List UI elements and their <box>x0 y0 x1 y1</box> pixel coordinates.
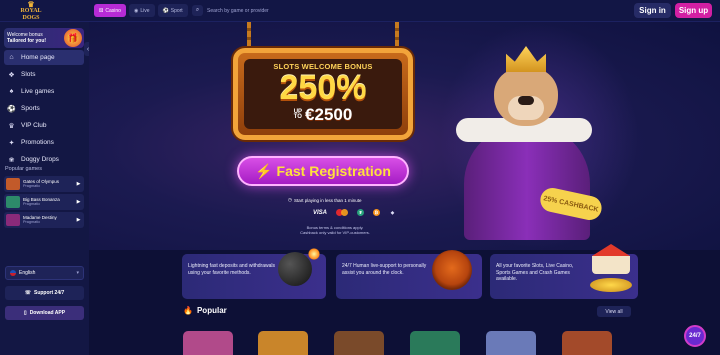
sign-up-button[interactable]: Sign up <box>675 3 712 18</box>
fast-registration-button[interactable]: ⚡ Fast Registration <box>237 156 409 186</box>
tether-icon: ₮ <box>357 209 365 216</box>
live-games-icon: ♠ <box>9 88 14 95</box>
sidebar-item-doggy-drops[interactable]: ❀ Doggy Drops <box>4 152 84 167</box>
bulldog-king-illustration: 25% CASHBACK <box>454 36 604 240</box>
chevron-down-icon: ▾ <box>76 270 79 276</box>
payment-methods: VISA ₮ ₿ ◆ <box>313 209 396 216</box>
ethereum-icon: ◆ <box>390 209 395 215</box>
language-select[interactable]: English ▾ <box>5 266 84 280</box>
clock-icon: ◷ <box>288 197 292 202</box>
ball-icon: ⚽ <box>162 7 169 14</box>
feature-card-payments: Lightning fast deposits and withdrawals … <box>182 248 326 299</box>
search-input[interactable] <box>207 7 297 14</box>
dice-icon: ⚄ <box>99 7 104 14</box>
sidebar-item-live-games[interactable]: ♠ Live games <box>4 84 84 99</box>
support-button[interactable]: ☏ Support 24/7 <box>5 286 84 300</box>
gold-coins-icon <box>590 278 632 292</box>
popular-games-heading: Popular games <box>5 166 42 172</box>
uk-flag-icon <box>10 270 16 276</box>
brand-logo[interactable]: ♛ ROYAL DOGS <box>16 0 46 22</box>
view-all-button[interactable]: View all <box>597 306 631 317</box>
food-bowl-icon <box>432 250 472 290</box>
sidebar-item-promotions[interactable]: ✦ Promotions <box>4 135 84 150</box>
game-tile[interactable] <box>258 331 308 355</box>
sidebar-item-sports[interactable]: ⚽ Sports <box>4 101 84 116</box>
sidebar-item-slots[interactable]: ❖ Slots <box>4 67 84 82</box>
play-icon[interactable]: ▶ <box>76 181 81 187</box>
sports-icon: ⚽ <box>7 105 16 113</box>
popular-game-item[interactable]: Big Bass Bonanza Pragmatic ▶ <box>4 194 84 210</box>
game-thumbnail <box>6 178 20 190</box>
slots-icon: ❖ <box>8 71 15 79</box>
game-tile[interactable] <box>486 331 536 355</box>
play-icon[interactable]: ▶ <box>76 217 81 223</box>
sidebar-item-vip[interactable]: ♛ VIP Club <box>4 118 84 133</box>
promotions-icon: ✦ <box>8 139 15 147</box>
fire-icon: 🔥 <box>183 306 193 315</box>
game-tile[interactable] <box>334 331 384 355</box>
feature-card-games: All your favorite Slots, Live Casino, Sp… <box>490 244 638 299</box>
bonus-terms: Bonus terms & conditions apply. Cashback… <box>300 225 370 235</box>
tab-live[interactable]: ◉ Live <box>128 4 155 17</box>
visa-icon: VISA <box>313 209 328 216</box>
bonus-percent: 250% <box>279 69 367 107</box>
vip-icon: ♛ <box>8 122 15 130</box>
live-icon: ◉ <box>133 7 139 14</box>
search-icon[interactable]: ⌕ <box>192 5 203 16</box>
welcome-bonus-banner[interactable]: Welcome bonus Tailored for you! 🎁 <box>4 28 84 48</box>
lightning-icon: ⚡ <box>255 162 273 179</box>
home-icon: ⌂ <box>9 54 14 61</box>
popular-game-item[interactable]: Gates of Olympus Pragmatic ▶ <box>4 176 84 192</box>
game-tile[interactable] <box>562 331 612 355</box>
gift-icon: 🎁 <box>64 29 82 47</box>
bitcoin-icon: ₿ <box>373 209 381 216</box>
popular-game-item[interactable]: Madame Destiny Pragmatic ▶ <box>4 212 84 228</box>
tab-sport[interactable]: ⚽ Sport <box>157 4 188 17</box>
game-tile[interactable] <box>183 331 233 355</box>
category-tabs: ⚄ Casino ◉ Live ⚽ Sport <box>94 4 188 17</box>
popular-games-list: Gates of Olympus Pragmatic ▶ Big Bass Bon… <box>4 176 84 230</box>
sidebar-item-home[interactable]: ⌂ Home page <box>4 50 84 65</box>
doggy-drops-icon: ❀ <box>8 156 15 164</box>
crown-icon <box>506 46 546 72</box>
bonus-board: SLOTS WELCOME BONUS 250% UP TO €2500 <box>233 48 413 140</box>
sign-in-button[interactable]: Sign in <box>634 3 671 18</box>
live-chat-button[interactable]: 24/7 <box>684 325 706 347</box>
popular-section-heading: 🔥 Popular <box>183 306 227 315</box>
play-icon[interactable]: ▶ <box>76 199 81 205</box>
crown-icon: ♛ <box>27 0 35 9</box>
download-app-button[interactable]: ▯ Download APP <box>5 306 84 320</box>
bonus-amount: €2500 <box>305 105 353 124</box>
search-bar: ⌕ <box>192 4 297 17</box>
start-playing-note: ◷ Start playing in less than 1 minute <box>288 197 362 203</box>
tab-casino[interactable]: ⚄ Casino <box>94 4 126 17</box>
hero-banner: 25% CASHBACK SLOTS WELCOME BONUS 250% UP… <box>89 22 720 250</box>
game-tile[interactable] <box>410 331 460 355</box>
game-thumbnail <box>6 196 20 208</box>
sidebar: Welcome bonus Tailored for you! 🎁 ⌂ Home … <box>0 22 89 355</box>
top-bar: ♛ ROYAL DOGS ⚄Casino ◉Live ⚽Sport ⌕ Sign… <box>0 0 720 22</box>
mastercard-icon <box>336 209 349 216</box>
sidebar-nav: ⌂ Home page ❖ Slots ♠ Live games ⚽ Sports ♛ V… <box>4 50 84 169</box>
headset-icon: ☏ <box>24 290 31 296</box>
game-thumbnail <box>6 214 20 226</box>
bomb-icon <box>278 252 312 286</box>
feature-card-support: 24/7 Human live-support to personally as… <box>336 250 482 299</box>
phone-icon: ▯ <box>23 310 27 316</box>
